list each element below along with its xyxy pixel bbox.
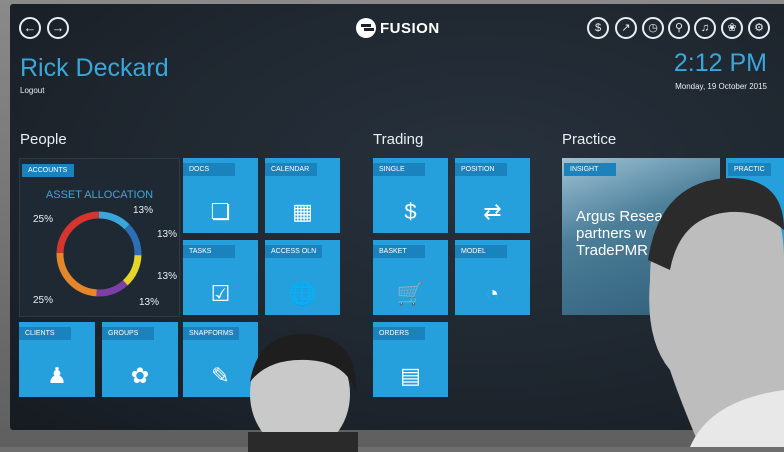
- section-people: People: [20, 131, 67, 148]
- forward-icon[interactable]: →: [47, 17, 69, 39]
- tile-clients-label: CLIENTS: [19, 327, 71, 340]
- gear-icon[interactable]: ⚙: [748, 17, 770, 39]
- tile-groups[interactable]: GROUPS ✿: [102, 322, 178, 397]
- pct-label: 13%: [133, 205, 154, 216]
- pct-label: 25%: [33, 214, 54, 225]
- back-icon[interactable]: ←: [19, 17, 41, 39]
- tile-position-label: POSITION: [455, 163, 507, 176]
- donut-slice: [96, 280, 128, 297]
- tasks-icon: ☑: [210, 281, 231, 306]
- fusion-logo-text: FUSION: [380, 19, 440, 37]
- tile-clients[interactable]: CLIENTS ♟: [19, 322, 95, 397]
- donut-slice: [98, 211, 130, 230]
- chart-icon[interactable]: ↗: [615, 17, 637, 39]
- logout-link[interactable]: Logout: [20, 86, 44, 95]
- tile-docs[interactable]: DOCS ❏: [183, 158, 258, 233]
- client-icon: ♟: [47, 363, 67, 388]
- dollar-icon[interactable]: $: [587, 17, 609, 39]
- tile-groups-label: GROUPS: [102, 327, 154, 340]
- tile-calendar[interactable]: CALENDAR ▦: [265, 158, 340, 233]
- tile-docs-label: DOCS: [183, 163, 235, 176]
- tile-single[interactable]: SINGLE $: [373, 158, 448, 233]
- user-name: Rick Deckard: [20, 54, 169, 82]
- dollar-cycle-icon: $: [404, 199, 417, 224]
- clock-date: Monday, 19 October 2015: [675, 82, 767, 91]
- donut-slice: [56, 211, 100, 254]
- section-practice: Practice: [562, 131, 617, 148]
- person-foreground-left: [248, 333, 358, 452]
- pct-label: 13%: [157, 271, 178, 282]
- tile-insight-label: INSIGHT: [564, 163, 616, 176]
- tile-model[interactable]: MODEL ◔: [455, 240, 530, 315]
- search-icon[interactable]: ⚲: [668, 17, 690, 39]
- fusion-logo: FUSION: [356, 18, 440, 38]
- asset-allocation-donut: [56, 211, 142, 297]
- donut-slice: [56, 252, 97, 297]
- globe-icon: 🌐: [288, 281, 317, 306]
- position-icon: ⇄: [483, 199, 502, 224]
- tile-orders-label: ORDERS: [373, 327, 425, 340]
- tile-model-label: MODEL: [455, 245, 507, 258]
- tile-position[interactable]: POSITION ⇄: [455, 158, 530, 233]
- calendar-icon: ▦: [292, 199, 313, 224]
- tile-accounts[interactable]: ACCOUNTS ASSET ALLOCATION 13% 13% 13% 13…: [19, 158, 180, 317]
- groups-icon: ✿: [130, 363, 150, 388]
- tile-basket-label: BASKET: [373, 245, 425, 258]
- tile-tasks-label: TASKS: [183, 245, 235, 258]
- tile-access-oln[interactable]: ACCESS OLN 🌐: [265, 240, 340, 315]
- pie-chart-icon: ◔: [485, 281, 500, 306]
- pct-label: 13%: [139, 297, 160, 308]
- donut-slice: [124, 224, 142, 256]
- tile-calendar-label: CALENDAR: [265, 163, 317, 176]
- butterfly-icon[interactable]: ❀: [721, 17, 743, 39]
- pct-label: 13%: [157, 229, 178, 240]
- fusion-logo-mark: [356, 18, 376, 38]
- section-trading: Trading: [373, 131, 424, 148]
- tile-basket[interactable]: BASKET 🛒: [373, 240, 448, 315]
- tile-single-label: SINGLE: [373, 163, 425, 176]
- bell-icon[interactable]: ♫: [694, 17, 716, 39]
- clock-icon[interactable]: ◷: [642, 17, 664, 39]
- tile-orders[interactable]: ORDERS ▤: [373, 322, 448, 397]
- docs-icon: ❏: [210, 199, 231, 224]
- cart-icon: 🛒: [396, 281, 425, 306]
- receipt-icon: ▤: [400, 363, 421, 388]
- clock-time: 2:12 PM: [673, 49, 767, 77]
- tile-access-oln-label: ACCESS OLN: [265, 245, 323, 258]
- person-foreground-right: [648, 178, 784, 447]
- tile-tasks[interactable]: TASKS ☑: [183, 240, 258, 315]
- donut-slice: [122, 254, 142, 286]
- pct-label: 25%: [33, 295, 54, 306]
